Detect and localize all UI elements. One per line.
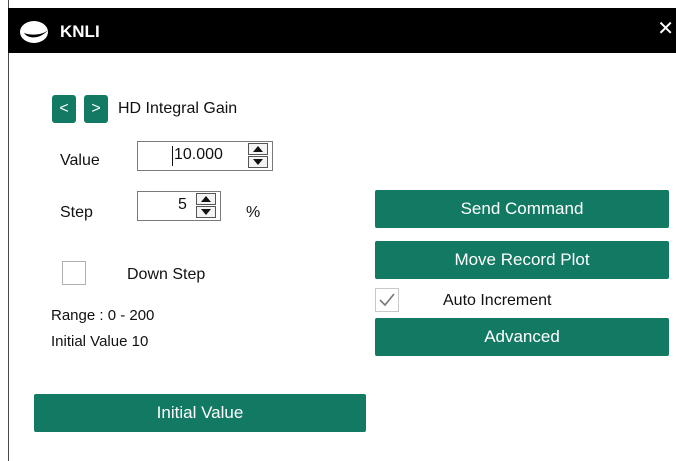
value-input[interactable]: 10.000 xyxy=(174,146,223,164)
close-icon[interactable]: ✕ xyxy=(657,19,674,39)
value-increment-icon[interactable] xyxy=(248,143,268,155)
step-input[interactable]: 5 xyxy=(178,196,187,214)
step-label: Step xyxy=(60,204,93,221)
window-title: KNLI xyxy=(60,22,100,41)
auto-increment-checkbox[interactable] xyxy=(375,288,399,312)
advanced-button[interactable]: Advanced xyxy=(375,318,669,356)
initial-value-text: Initial Value 10 xyxy=(51,333,149,350)
value-decrement-icon[interactable] xyxy=(248,156,268,168)
app-logo-icon xyxy=(20,21,49,43)
value-label: Value xyxy=(60,152,100,169)
title-bar: KNLI ✕ xyxy=(8,8,676,53)
step-spinner[interactable]: 5 xyxy=(137,191,221,221)
step-increment-icon[interactable] xyxy=(196,193,216,205)
next-parameter-button[interactable]: > xyxy=(84,95,108,123)
checkmark-icon xyxy=(379,293,395,307)
send-command-button[interactable]: Send Command xyxy=(375,190,669,228)
step-unit: % xyxy=(246,204,261,221)
down-step-label: Down Step xyxy=(127,266,206,283)
step-decrement-icon[interactable] xyxy=(196,206,216,218)
window-frame xyxy=(8,0,676,461)
auto-increment-label: Auto Increment xyxy=(443,292,552,309)
initial-value-button[interactable]: Initial Value xyxy=(34,394,366,432)
range-text: Range : 0 - 200 xyxy=(51,307,155,324)
parameter-name: HD Integral Gain xyxy=(118,100,238,117)
prev-parameter-button[interactable]: < xyxy=(52,95,76,123)
down-step-checkbox[interactable] xyxy=(62,261,86,285)
move-record-plot-button[interactable]: Move Record Plot xyxy=(375,241,669,279)
value-spinner[interactable]: 10.000 xyxy=(137,141,273,171)
text-caret xyxy=(172,146,173,166)
